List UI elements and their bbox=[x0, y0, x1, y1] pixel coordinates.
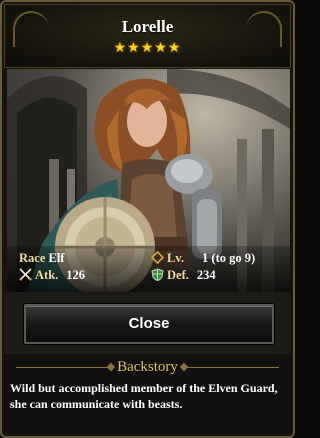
attack-stat: Atk. 126 bbox=[19, 268, 85, 283]
backstory-panel: Backstory Wild but accomplished member o… bbox=[4, 354, 291, 434]
defense-label: Def. bbox=[167, 268, 189, 282]
level-stat: Lv. 1 (to go 9) bbox=[151, 251, 255, 266]
close-area: Close bbox=[4, 292, 291, 354]
crossed-swords-icon bbox=[19, 268, 32, 281]
hero-name: Lorelle bbox=[121, 17, 174, 36]
race-stat: Race Elf bbox=[19, 251, 64, 266]
backstory-header: Backstory bbox=[4, 358, 291, 376]
race-label: Race bbox=[19, 251, 46, 265]
backstory-title: Backstory bbox=[117, 359, 178, 375]
level-value: 1 (to go 9) bbox=[202, 251, 256, 265]
rarity-stars: ★★★★★ bbox=[113, 41, 182, 56]
backstory-text: Wild but accomplished member of the Elve… bbox=[10, 381, 278, 411]
attack-value: 126 bbox=[66, 268, 86, 282]
divider-right bbox=[187, 367, 279, 368]
divider-diamond-left bbox=[106, 362, 116, 372]
shield-icon bbox=[151, 268, 164, 281]
stats-panel: Race Elf Atk. 126 Lv. 1 (to go 9) Def. 234 bbox=[7, 246, 290, 292]
close-button[interactable]: Close bbox=[24, 304, 274, 344]
card-header: Lorelle ★★★★★ bbox=[4, 4, 291, 68]
divider-left bbox=[16, 367, 108, 368]
race-value: Elf bbox=[48, 251, 65, 265]
attack-label: Atk. bbox=[35, 268, 59, 282]
level-label: Lv. bbox=[167, 251, 185, 265]
hero-card: Lorelle ★★★★★ Race Elf Atk. 126 Lv. 1 (t… bbox=[0, 0, 295, 438]
diamond-icon bbox=[151, 251, 164, 264]
defense-value: 234 bbox=[196, 268, 216, 282]
defense-stat: Def. 234 bbox=[151, 268, 216, 283]
